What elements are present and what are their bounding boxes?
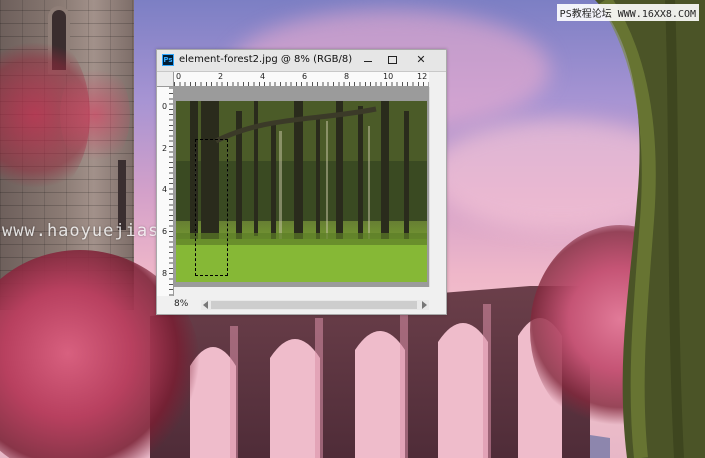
horizontal-scrollbar[interactable]: [201, 300, 429, 310]
ruler-label: 0: [162, 102, 168, 111]
zoom-level[interactable]: 8%: [174, 299, 188, 309]
rectangular-marquee-selection[interactable]: [195, 139, 228, 276]
forest-image[interactable]: [176, 101, 427, 282]
ruler-label: 2: [162, 144, 168, 153]
ruler-label: 12: [417, 72, 428, 81]
ruler-label: 10: [383, 72, 394, 81]
photoshop-icon: Ps: [162, 54, 174, 66]
ruler-label: 0: [176, 72, 182, 81]
vertical-scrollbar[interactable]: [429, 87, 445, 287]
minimize-button[interactable]: [356, 50, 380, 70]
large-tree-trunk: [595, 0, 705, 458]
corner-logo-watermark: PS教程论坛 WWW.16XX8.COM: [556, 4, 699, 21]
vertical-ruler[interactable]: 0 2 4 6 8: [157, 72, 174, 306]
ruler-ticks: [174, 82, 429, 86]
scrollbar-thumb[interactable]: [211, 301, 417, 309]
document-title: element-forest2.jpg @ 8% (RGB/8): [179, 54, 353, 65]
scroll-left-icon[interactable]: [203, 301, 208, 309]
ruler-label: 4: [162, 185, 168, 194]
maximize-button[interactable]: [380, 50, 404, 70]
ruler-label: 4: [260, 72, 266, 81]
document-canvas-area[interactable]: [174, 87, 429, 287]
ruler-label: 8: [344, 72, 350, 81]
ruler-label: 2: [218, 72, 224, 81]
status-bar: 8%: [157, 296, 446, 314]
close-button[interactable]: ✕: [409, 50, 433, 70]
ruler-label: 8: [162, 269, 168, 278]
ruler-label: 6: [302, 72, 308, 81]
ruler-ticks: [169, 86, 173, 306]
ivy-foliage: [60, 60, 130, 170]
scroll-right-icon[interactable]: [422, 301, 427, 309]
horizontal-ruler[interactable]: 0 2 4 6 8 10 12: [174, 72, 429, 87]
document-window[interactable]: Ps element-forest2.jpg @ 8% (RGB/8) ✕ 0 …: [156, 49, 447, 315]
ruler-label: 6: [162, 227, 168, 236]
window-titlebar[interactable]: Ps element-forest2.jpg @ 8% (RGB/8) ✕: [157, 50, 446, 72]
ruler-origin-corner[interactable]: [157, 72, 174, 87]
tower-slit-window: [118, 160, 126, 230]
